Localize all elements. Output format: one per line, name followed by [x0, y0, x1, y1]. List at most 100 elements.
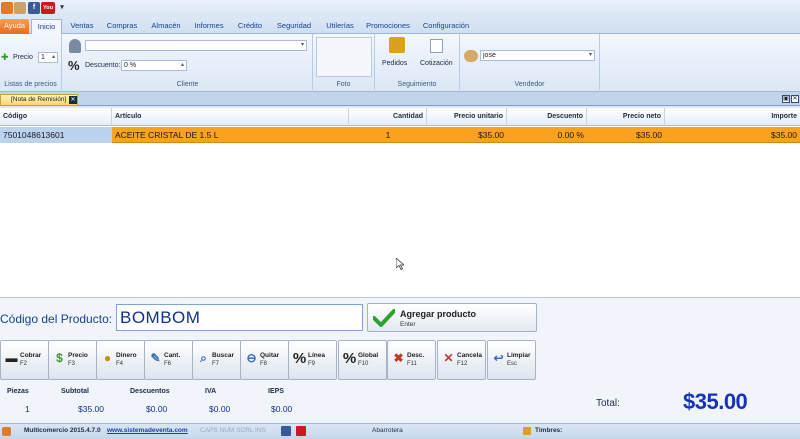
chevron-down-icon: ▾ — [588, 52, 592, 58]
quitar-descuento-button[interactable]: ✖ Desc. F11 — [387, 340, 436, 380]
price-list-stepper[interactable]: 1 ▴ — [38, 52, 58, 63]
column-header-articulo[interactable]: Artículo — [112, 108, 349, 126]
seller-icon — [464, 50, 478, 62]
undo-icon: ↩ — [493, 351, 504, 365]
client-group: ▾ % Descuento: 0 % ▴ Cliente — [63, 34, 313, 90]
tab-configuracion[interactable]: Configuración — [418, 19, 474, 34]
seller-group-label: Vendedor — [514, 81, 545, 88]
quick-access-toolbar: f You ▾ — [0, 0, 800, 17]
cell-descuento: 0.00 % — [557, 130, 584, 140]
cancelar-button[interactable]: ✕ Cancela F12 — [437, 340, 486, 380]
cantidad-label: Cant. — [164, 352, 181, 359]
global-shortcut: F10 — [358, 361, 369, 367]
youtube-icon[interactable]: You — [41, 2, 55, 14]
forklift-icon — [389, 37, 405, 53]
precio-button[interactable]: $ Precio F3 — [48, 340, 97, 380]
facebook-icon[interactable]: f — [28, 2, 40, 14]
cancela-label: Cancela — [457, 352, 482, 359]
dinero-label: Dinero — [116, 352, 137, 359]
column-header-precio-unitario[interactable]: Precio unitario — [427, 108, 507, 126]
cell-cantidad: 1 — [385, 130, 391, 140]
discount-value: 0 % — [124, 62, 137, 69]
tracking-group: Pedidos Cotización Seguimiento — [375, 34, 460, 90]
cobrar-shortcut: F2 — [20, 361, 28, 367]
price-list-value: 1 — [41, 54, 45, 61]
cell-importe: $35.00 — [771, 130, 797, 140]
precio-label: Precio — [68, 352, 88, 359]
store-type: Abarrotera — [372, 427, 403, 434]
photo-group-label: Foto — [336, 81, 351, 88]
photo-group: Foto — [313, 34, 375, 90]
tab-promociones[interactable]: Promociones — [364, 19, 412, 34]
desc-label: Desc. — [407, 352, 425, 359]
iva-label: IVA — [205, 388, 217, 395]
column-header-cantidad[interactable]: Cantidad — [349, 108, 427, 126]
tab-ayuda[interactable]: Ayuda — [0, 19, 29, 34]
column-header-descuento[interactable]: Descuento — [507, 108, 587, 126]
tab-almacen[interactable]: Almacén — [146, 19, 186, 34]
limpiar-button[interactable]: ↩ Limpiar Esc — [487, 340, 536, 380]
quitar-button[interactable]: ⊖ Quitar F8 — [240, 340, 289, 380]
table-row[interactable]: 7501048613601 ACEITE CRISTAL DE 1.5 L 1 … — [0, 127, 800, 143]
tab-seguridad[interactable]: Seguridad — [272, 19, 316, 34]
stamps-label: Timbres: — [535, 427, 563, 434]
orders-button[interactable]: Pedidos — [381, 36, 413, 72]
percent-icon: % — [292, 350, 307, 367]
remove-discount-icon: ✖ — [393, 351, 404, 365]
tab-compras[interactable]: Compras — [103, 19, 141, 34]
cancela-shortcut: F12 — [457, 361, 468, 367]
restore-window-icon[interactable]: ▣ — [782, 95, 790, 103]
close-icon[interactable]: ✕ — [69, 96, 77, 104]
cantidad-button[interactable]: ✎ Cant. F6 — [144, 340, 193, 380]
quitar-shortcut: F8 — [260, 361, 268, 367]
youtube-icon[interactable] — [296, 426, 306, 436]
discount-percent-icon: % — [68, 58, 80, 73]
pieces-label: Piezas — [7, 388, 29, 395]
tab-credito[interactable]: Crédito — [232, 19, 268, 34]
total-value: $35.00 — [683, 389, 748, 414]
dinero-button[interactable]: ● Dinero F4 — [96, 340, 145, 380]
tab-ventas[interactable]: Ventas — [66, 19, 98, 34]
quote-button[interactable]: Cotización — [418, 36, 456, 72]
document-tab-nota-remision[interactable]: [Nota de Remisión] ✕ — [0, 94, 78, 106]
column-header-importe[interactable]: Importe — [665, 108, 800, 126]
linea-shortcut: F9 — [308, 361, 316, 367]
price-list-group: ✚ Precio 1 ▴ Listas de precios — [0, 34, 62, 90]
iva-value: $0.00 — [209, 404, 231, 414]
cobrar-button[interactable]: ▬ Cobrar F2 — [0, 340, 49, 380]
add-product-button[interactable]: Agregar producto Enter — [367, 303, 537, 332]
dinero-shortcut: F4 — [116, 361, 124, 367]
facebook-icon[interactable] — [281, 426, 291, 436]
global-button[interactable]: % Global F10 — [338, 340, 387, 380]
close-window-icon[interactable]: ✕ — [791, 95, 799, 103]
client-select[interactable]: ▾ — [85, 40, 307, 51]
tracking-group-label: Seguimiento — [397, 81, 437, 88]
tab-inicio[interactable]: Inicio — [31, 19, 62, 34]
product-code-input[interactable]: BOMBOM — [116, 304, 363, 331]
precio-shortcut: F3 — [68, 361, 76, 367]
linea-button[interactable]: % Línea F9 — [288, 340, 337, 380]
register-icon: ▬ — [5, 351, 18, 365]
quote-label: Cotización — [420, 60, 453, 67]
tab-utilerias[interactable]: Utilerías — [320, 19, 360, 34]
dollar-icon: $ — [56, 351, 63, 365]
dropdown-icon[interactable]: ▾ — [58, 2, 66, 14]
column-header-codigo[interactable]: Código — [0, 108, 112, 126]
quote-document-icon — [430, 39, 443, 53]
app-icon[interactable] — [1, 2, 13, 14]
discounts-value: $0.00 — [146, 404, 168, 414]
cobrar-label: Cobrar — [20, 352, 42, 359]
subtotal-label: Subtotal — [61, 388, 89, 395]
pencil-icon: ✎ — [150, 351, 161, 365]
seller-select[interactable]: jose ▾ — [480, 50, 595, 61]
tab-informes[interactable]: Informes — [190, 19, 228, 34]
client-group-label: Cliente — [176, 81, 199, 88]
subtotal-value: $35.00 — [78, 404, 104, 414]
website-link[interactable]: www.sistemadeventa.com — [107, 427, 188, 434]
user-icon[interactable] — [14, 2, 26, 14]
price-label: Precio — [13, 54, 33, 61]
discount-stepper[interactable]: 0 % ▴ — [121, 60, 187, 71]
limpiar-shortcut: Esc — [507, 361, 518, 367]
buscar-button[interactable]: ⌕ Buscar F7 — [192, 340, 241, 380]
column-header-precio-neto[interactable]: Precio neto — [587, 108, 665, 126]
